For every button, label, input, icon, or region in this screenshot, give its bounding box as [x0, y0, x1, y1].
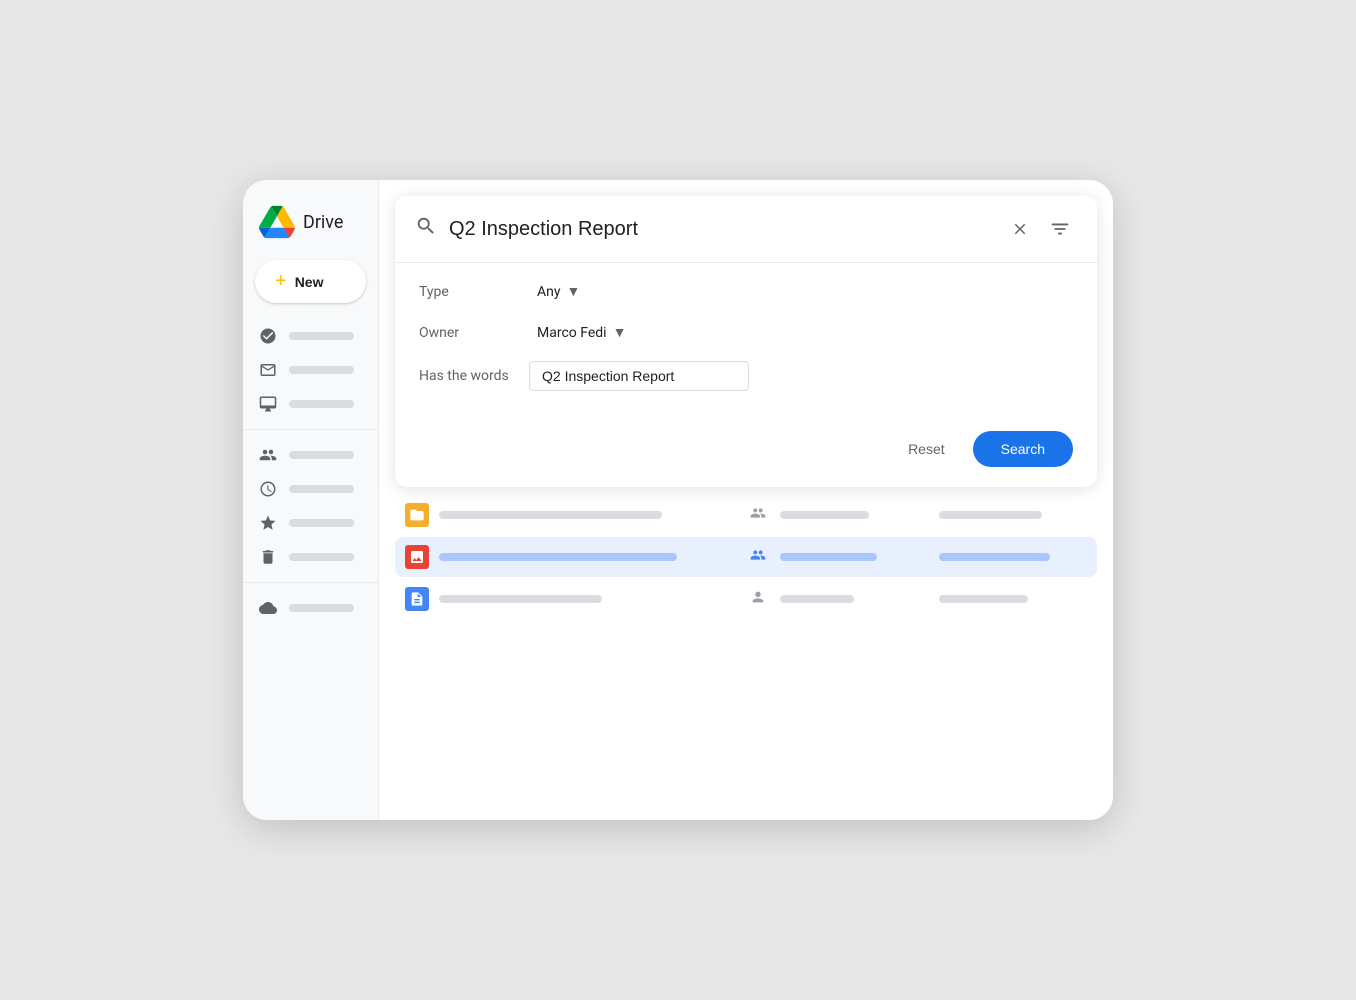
search-icon — [415, 215, 437, 243]
search-footer: Reset Search — [395, 423, 1097, 487]
file-owner — [780, 553, 929, 561]
star-icon — [259, 514, 277, 532]
sidebar-item-recent[interactable] — [243, 472, 370, 506]
filters-button[interactable] — [1043, 212, 1077, 246]
file-name — [439, 511, 736, 519]
folder-icon — [405, 503, 429, 527]
sidebar-divider-1 — [243, 429, 378, 430]
type-label: Type — [419, 284, 529, 300]
file-owner-icon — [746, 505, 770, 525]
main-area: Type Any ▼ Owner Marco Fedi ▼ Has — [379, 180, 1113, 820]
drive-logo — [259, 204, 295, 240]
search-actions — [1005, 212, 1077, 246]
trash-icon — [259, 548, 277, 566]
search-header — [395, 196, 1097, 263]
sidebar-item-label — [289, 485, 354, 493]
new-button[interactable]: + New — [255, 260, 366, 303]
search-button[interactable]: Search — [973, 431, 1073, 467]
table-row[interactable] — [395, 537, 1097, 577]
sidebar-item-label — [289, 332, 354, 340]
sidebar-divider-2 — [243, 582, 378, 583]
sidebar-item-computers[interactable] — [243, 387, 370, 421]
image-icon — [405, 545, 429, 569]
reset-button[interactable]: Reset — [896, 433, 957, 465]
file-owner — [780, 595, 929, 603]
person-icon — [259, 361, 277, 379]
owner-select[interactable]: Marco Fedi ▼ — [529, 320, 634, 345]
new-button-label: New — [295, 274, 324, 290]
sidebar-item-shared-with-me[interactable] — [243, 438, 370, 472]
file-date — [939, 511, 1088, 519]
type-chevron-icon: ▼ — [567, 283, 581, 300]
close-button[interactable] — [1005, 214, 1035, 244]
sidebar-item-starred[interactable] — [243, 506, 370, 540]
sidebar-item-my-drive[interactable] — [243, 319, 370, 353]
file-date — [939, 553, 1088, 561]
search-panel: Type Any ▼ Owner Marco Fedi ▼ Has — [395, 196, 1097, 487]
computer-icon — [259, 395, 277, 413]
owner-label: Owner — [419, 325, 529, 341]
plus-icon: + — [275, 270, 287, 293]
sidebar-item-label — [289, 604, 354, 612]
type-filter-row: Type Any ▼ — [419, 279, 1073, 304]
filter-rows: Type Any ▼ Owner Marco Fedi ▼ Has — [395, 263, 1097, 423]
sidebar-item-label — [289, 400, 354, 408]
cloud-icon — [259, 599, 277, 617]
app-window: Drive + New — [243, 180, 1113, 820]
people-icon — [259, 446, 277, 464]
type-value: Any — [537, 284, 561, 300]
file-owner-icon — [746, 547, 770, 567]
file-owner — [780, 511, 929, 519]
check-circle-icon — [259, 327, 277, 345]
sidebar-item-label — [289, 366, 354, 374]
sidebar-item-storage[interactable] — [243, 591, 370, 625]
clock-icon — [259, 480, 277, 498]
sidebar-item-trash[interactable] — [243, 540, 370, 574]
file-name — [439, 595, 736, 603]
owner-chevron-icon: ▼ — [613, 324, 627, 341]
file-owner-icon — [746, 589, 770, 609]
sidebar: Drive + New — [243, 180, 379, 820]
sidebar-item-label — [289, 553, 354, 561]
file-list — [379, 487, 1113, 820]
type-select[interactable]: Any ▼ — [529, 279, 588, 304]
sidebar-header: Drive — [243, 196, 378, 260]
doc-icon — [405, 587, 429, 611]
sidebar-item-shared-drives[interactable] — [243, 353, 370, 387]
words-input[interactable] — [529, 361, 749, 391]
owner-value: Marco Fedi — [537, 325, 607, 341]
words-filter-row: Has the words — [419, 361, 1073, 391]
sidebar-item-label — [289, 451, 354, 459]
words-label: Has the words — [419, 368, 529, 384]
sidebar-item-label — [289, 519, 354, 527]
table-row[interactable] — [395, 579, 1097, 619]
file-date — [939, 595, 1088, 603]
owner-filter-row: Owner Marco Fedi ▼ — [419, 320, 1073, 345]
search-input[interactable] — [449, 218, 993, 241]
file-name — [439, 553, 736, 561]
drive-title: Drive — [303, 212, 343, 233]
table-row[interactable] — [395, 495, 1097, 535]
